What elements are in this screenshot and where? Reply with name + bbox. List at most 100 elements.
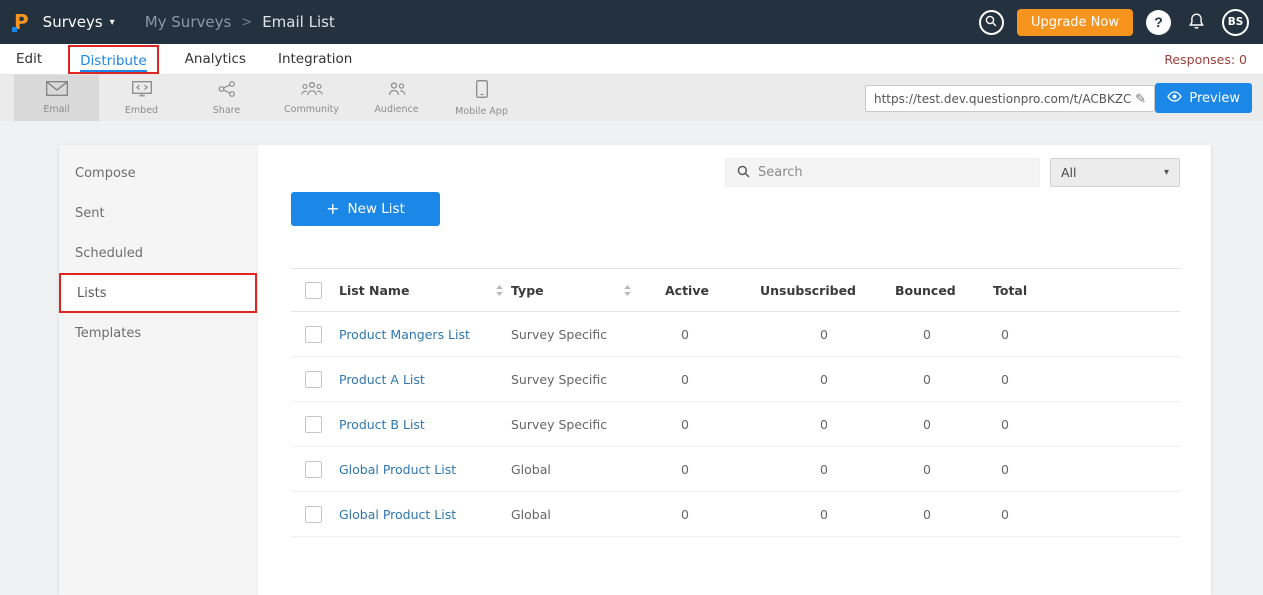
list-filter-dropdown[interactable]: All ▾ bbox=[1050, 158, 1180, 187]
column-header-type[interactable]: Type bbox=[511, 283, 665, 298]
survey-url-input[interactable] bbox=[874, 92, 1131, 106]
list-name-link[interactable]: Product Mangers List bbox=[339, 327, 470, 342]
bounced-count: 0 bbox=[895, 417, 993, 432]
breadcrumb-current-page: Email List bbox=[262, 13, 335, 31]
channel-share[interactable]: Share bbox=[184, 75, 269, 121]
tab-analytics[interactable]: Analytics bbox=[185, 51, 246, 67]
topbar-actions: Upgrade Now ? BS bbox=[979, 9, 1249, 36]
plus-icon: + bbox=[326, 201, 339, 217]
breadcrumb-my-surveys[interactable]: My Surveys bbox=[145, 13, 232, 31]
column-header-unsubscribed: Unsubscribed bbox=[760, 283, 895, 298]
column-label: List Name bbox=[339, 283, 409, 298]
column-header-list-name[interactable]: List Name bbox=[339, 283, 511, 298]
notifications-button[interactable] bbox=[1184, 10, 1209, 35]
sort-icon bbox=[496, 285, 503, 296]
lists-content: All ▾ + New List List Name Type bbox=[258, 145, 1211, 595]
list-name-link[interactable]: Product B List bbox=[339, 417, 425, 432]
list-type: Survey Specific bbox=[511, 372, 665, 387]
row-checkbox[interactable] bbox=[305, 506, 322, 523]
active-count: 0 bbox=[665, 417, 760, 432]
active-count: 0 bbox=[665, 462, 760, 477]
unsubscribed-count: 0 bbox=[760, 372, 895, 387]
help-button[interactable]: ? bbox=[1146, 10, 1171, 35]
table-row: Product Mangers List Survey Specific 0 0… bbox=[291, 312, 1180, 357]
row-checkbox[interactable] bbox=[305, 371, 322, 388]
upgrade-now-button[interactable]: Upgrade Now bbox=[1017, 9, 1133, 36]
sidebar-item-sent[interactable]: Sent bbox=[59, 193, 257, 233]
sidebar-item-scheduled[interactable]: Scheduled bbox=[59, 233, 257, 273]
user-avatar[interactable]: BS bbox=[1222, 9, 1249, 36]
questionpro-logo[interactable]: P bbox=[14, 12, 29, 32]
lists-toolbar: All ▾ bbox=[291, 158, 1180, 187]
embed-icon bbox=[132, 81, 152, 101]
select-all-checkbox[interactable] bbox=[305, 282, 322, 299]
product-switcher[interactable]: Surveys ▾ bbox=[43, 13, 115, 31]
new-list-label: New List bbox=[348, 201, 405, 217]
eye-icon bbox=[1167, 91, 1182, 106]
row-checkbox[interactable] bbox=[305, 416, 322, 433]
unsubscribed-count: 0 bbox=[760, 507, 895, 522]
channel-embed[interactable]: Embed bbox=[99, 75, 184, 121]
list-name-link[interactable]: Global Product List bbox=[339, 462, 456, 477]
survey-url-field: ✎ bbox=[865, 85, 1155, 112]
product-name: Surveys bbox=[43, 13, 103, 31]
channel-label: Community bbox=[284, 104, 339, 115]
total-count: 0 bbox=[993, 417, 1180, 432]
new-list-button[interactable]: + New List bbox=[291, 192, 440, 226]
bounced-count: 0 bbox=[895, 462, 993, 477]
edit-url-button[interactable]: ✎ bbox=[1131, 91, 1150, 107]
unsubscribed-count: 0 bbox=[760, 327, 895, 342]
list-search-input[interactable] bbox=[758, 165, 1028, 180]
preview-button[interactable]: Preview bbox=[1155, 83, 1252, 113]
sort-icon bbox=[624, 285, 631, 296]
sidebar-item-templates[interactable]: Templates bbox=[59, 313, 257, 353]
total-count: 0 bbox=[993, 372, 1180, 387]
bounced-count: 0 bbox=[895, 327, 993, 342]
channel-label: Embed bbox=[125, 105, 158, 116]
table-row: Global Product List Global 0 0 0 0 bbox=[291, 447, 1180, 492]
active-count: 0 bbox=[665, 507, 760, 522]
row-checkbox[interactable] bbox=[305, 461, 322, 478]
row-checkbox[interactable] bbox=[305, 326, 322, 343]
lists-table: List Name Type Active Unsubscribed Bounc… bbox=[291, 268, 1180, 537]
sidebar-item-compose[interactable]: Compose bbox=[59, 153, 257, 193]
chevron-down-icon: ▾ bbox=[110, 17, 115, 28]
channel-email[interactable]: Email bbox=[14, 75, 99, 121]
channel-community[interactable]: Community bbox=[269, 75, 354, 121]
tab-integration[interactable]: Integration bbox=[278, 51, 352, 67]
total-count: 0 bbox=[993, 462, 1180, 477]
email-lists-panel: Compose Sent Scheduled Lists Templates A… bbox=[59, 145, 1211, 595]
mobile-icon bbox=[476, 80, 488, 102]
breadcrumb-separator: > bbox=[241, 15, 252, 30]
list-type: Global bbox=[511, 462, 665, 477]
global-search-button[interactable] bbox=[979, 10, 1004, 35]
table-header-row: List Name Type Active Unsubscribed Bounc… bbox=[291, 268, 1180, 312]
active-count: 0 bbox=[665, 327, 760, 342]
survey-nav-tabs: Edit Distribute Analytics Integration Re… bbox=[0, 44, 1263, 75]
search-icon bbox=[737, 163, 750, 182]
chevron-down-icon: ▾ bbox=[1164, 167, 1169, 178]
list-type: Survey Specific bbox=[511, 417, 665, 432]
list-name-link[interactable]: Global Product List bbox=[339, 507, 456, 522]
total-count: 0 bbox=[993, 507, 1180, 522]
unsubscribed-count: 0 bbox=[760, 417, 895, 432]
channel-label: Share bbox=[213, 105, 240, 116]
bounced-count: 0 bbox=[895, 507, 993, 522]
list-type: Global bbox=[511, 507, 665, 522]
topbar: P Surveys ▾ My Surveys > Email List Upgr… bbox=[0, 0, 1263, 44]
annotation-box-distribute: Distribute bbox=[68, 45, 159, 74]
share-icon bbox=[218, 81, 236, 101]
column-header-active: Active bbox=[665, 283, 760, 298]
table-row: Product A List Survey Specific 0 0 0 0 bbox=[291, 357, 1180, 402]
pencil-icon: ✎ bbox=[1135, 91, 1146, 106]
tab-distribute[interactable]: Distribute bbox=[80, 53, 147, 72]
tab-edit[interactable]: Edit bbox=[16, 51, 42, 67]
breadcrumb: My Surveys > Email List bbox=[145, 13, 335, 31]
sidebar-item-lists[interactable]: Lists bbox=[59, 273, 257, 313]
bounced-count: 0 bbox=[895, 372, 993, 387]
community-icon bbox=[301, 81, 323, 100]
channel-mobile-app[interactable]: Mobile App bbox=[439, 75, 524, 121]
list-name-link[interactable]: Product A List bbox=[339, 372, 425, 387]
channel-label: Email bbox=[43, 104, 69, 115]
channel-audience[interactable]: Audience bbox=[354, 75, 439, 121]
